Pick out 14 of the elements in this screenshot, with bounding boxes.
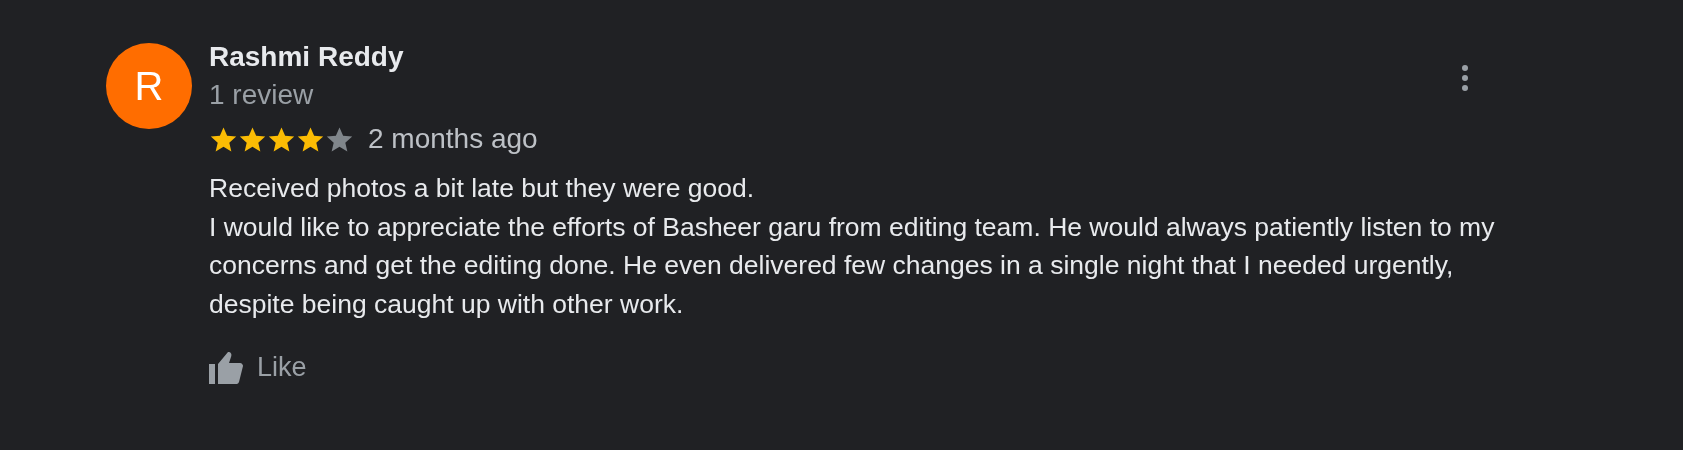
star-icon <box>296 124 325 154</box>
review-text: I would like to appreciate the efforts of Basheer garu from editing team. He would always patiently listen to my concerns and get the editing done. He even delivered few changes in a single night that I needed urgently, despite being caught up with other work. <box>209 210 1496 321</box>
like-button[interactable]: Like <box>209 347 307 388</box>
star-icon <box>267 124 296 154</box>
review-time: 2 months ago <box>368 123 538 155</box>
star-icon <box>325 124 354 154</box>
author-name[interactable]: Rashmi Reddy <box>209 41 404 73</box>
star-icon <box>209 124 238 154</box>
thumbs-up-icon <box>209 351 243 384</box>
review-text: Received photos a bit late but they were good. <box>209 172 756 205</box>
star-icon <box>238 124 267 154</box>
review-count: 1 review <box>209 79 314 111</box>
avatar: R <box>106 43 192 129</box>
more-options-icon[interactable] <box>1460 63 1470 93</box>
